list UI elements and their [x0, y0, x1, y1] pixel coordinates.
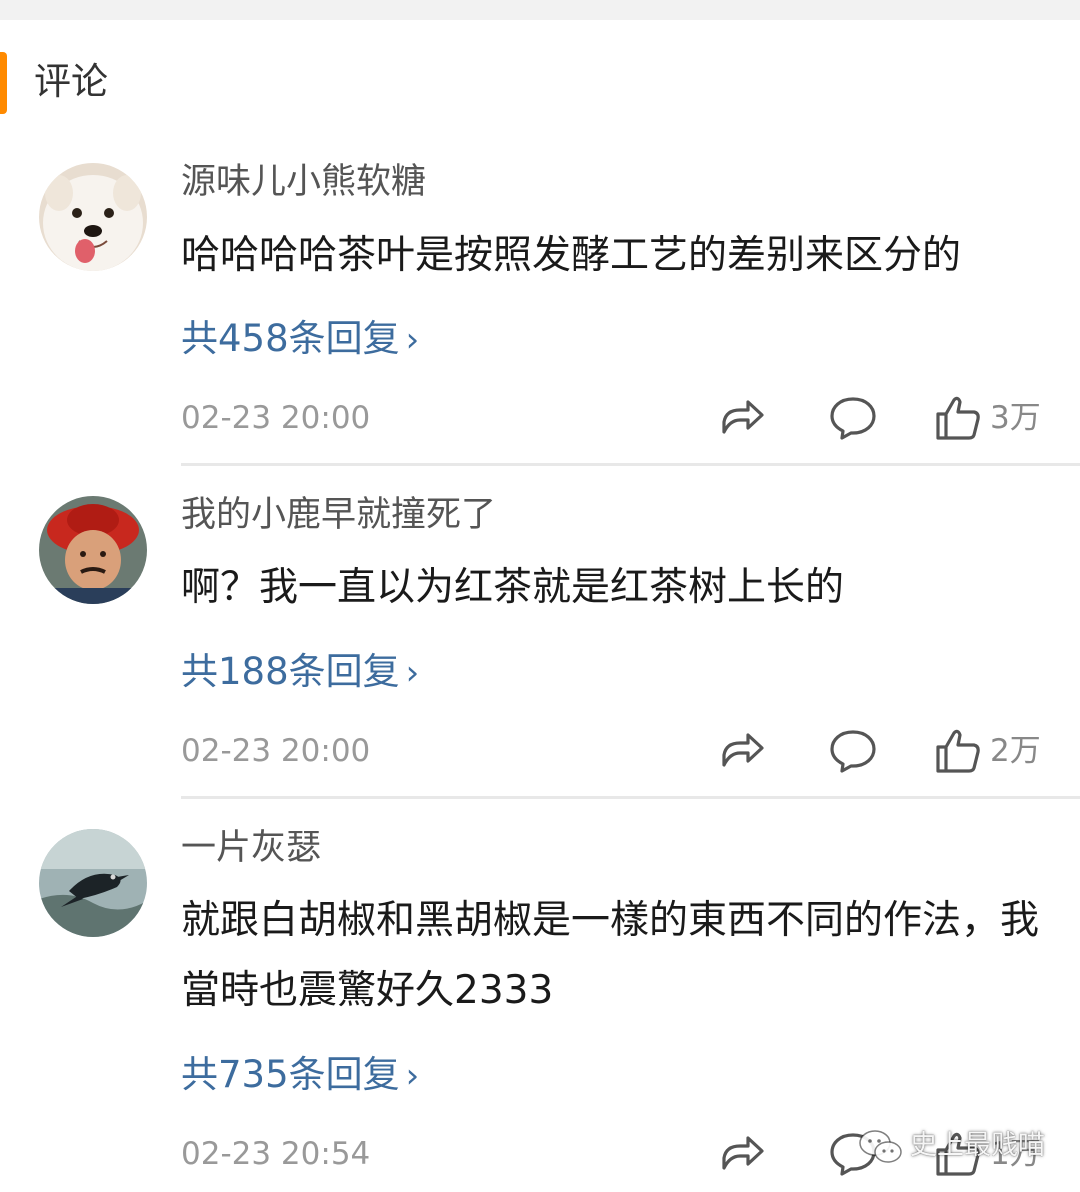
dog-avatar-icon[interactable]	[39, 163, 147, 271]
replies-count-label: 共735条回复	[181, 1053, 400, 1096]
comment-meta-row: 02-23 20:00 3万	[0, 390, 1080, 446]
replies-count-label: 共458条回复	[181, 317, 400, 360]
watermark: 史上最贱喵	[858, 1122, 1045, 1170]
reply-button[interactable]	[826, 390, 880, 444]
chevron-right-icon: ›	[405, 1056, 420, 1096]
comment-username[interactable]: 源味儿小熊软糖	[181, 160, 426, 204]
thumbs-up-icon	[936, 729, 980, 773]
comments-section-header: 评论	[0, 50, 1080, 116]
comment-timestamp: 02-23 20:54	[181, 1136, 371, 1172]
comment-bubble-icon	[830, 397, 876, 440]
chevron-right-icon: ›	[405, 653, 420, 693]
share-icon	[722, 1136, 764, 1170]
reply-button[interactable]	[826, 723, 880, 777]
comment-timestamp: 02-23 20:00	[181, 400, 371, 436]
comment-timestamp: 02-23 20:00	[181, 733, 371, 769]
crow-avatar-icon[interactable]	[39, 829, 147, 937]
thumbs-up-icon	[936, 396, 980, 440]
like-count: 3万	[990, 400, 1041, 436]
comment-divider	[181, 796, 1080, 799]
view-replies-link[interactable]: 共458条回复 ›	[181, 315, 419, 364]
section-accent-bar	[0, 52, 7, 114]
comment-username[interactable]: 一片灰瑟	[181, 826, 321, 870]
comment-meta-row: 02-23 20:00 2万	[0, 723, 1080, 779]
man-red-hat-avatar-icon[interactable]	[39, 496, 147, 604]
wechat-icon	[858, 1127, 904, 1167]
like-button[interactable]: 2万	[932, 723, 1052, 777]
share-icon	[722, 733, 764, 767]
comment-bubble-icon	[830, 730, 876, 773]
share-button[interactable]	[716, 390, 770, 444]
section-title: 评论	[34, 60, 108, 103]
like-count: 2万	[990, 733, 1041, 769]
comment-text: 就跟白胡椒和黑胡椒是一樣的東西不同的作法，我當時也震驚好久2333	[181, 898, 1040, 1013]
comment-username[interactable]: 我的小鹿早就撞死了	[181, 493, 496, 537]
view-replies-link[interactable]: 共735条回复 ›	[181, 1051, 419, 1100]
like-button[interactable]: 3万	[932, 390, 1052, 444]
comment-divider	[181, 463, 1080, 466]
view-replies-link[interactable]: 共188条回复 ›	[181, 648, 419, 697]
share-icon	[722, 400, 764, 434]
replies-count-label: 共188条回复	[181, 650, 400, 693]
chevron-right-icon: ›	[405, 320, 420, 360]
share-button[interactable]	[716, 723, 770, 777]
watermark-text: 史上最贱喵	[910, 1130, 1045, 1161]
share-button[interactable]	[716, 1126, 770, 1180]
comment-text: 哈哈哈哈茶叶是按照发酵工艺的差别来区分的	[181, 233, 962, 278]
comment-text: 啊？我一直以为红茶就是红茶树上长的	[181, 565, 845, 610]
top-strip	[0, 0, 1080, 20]
